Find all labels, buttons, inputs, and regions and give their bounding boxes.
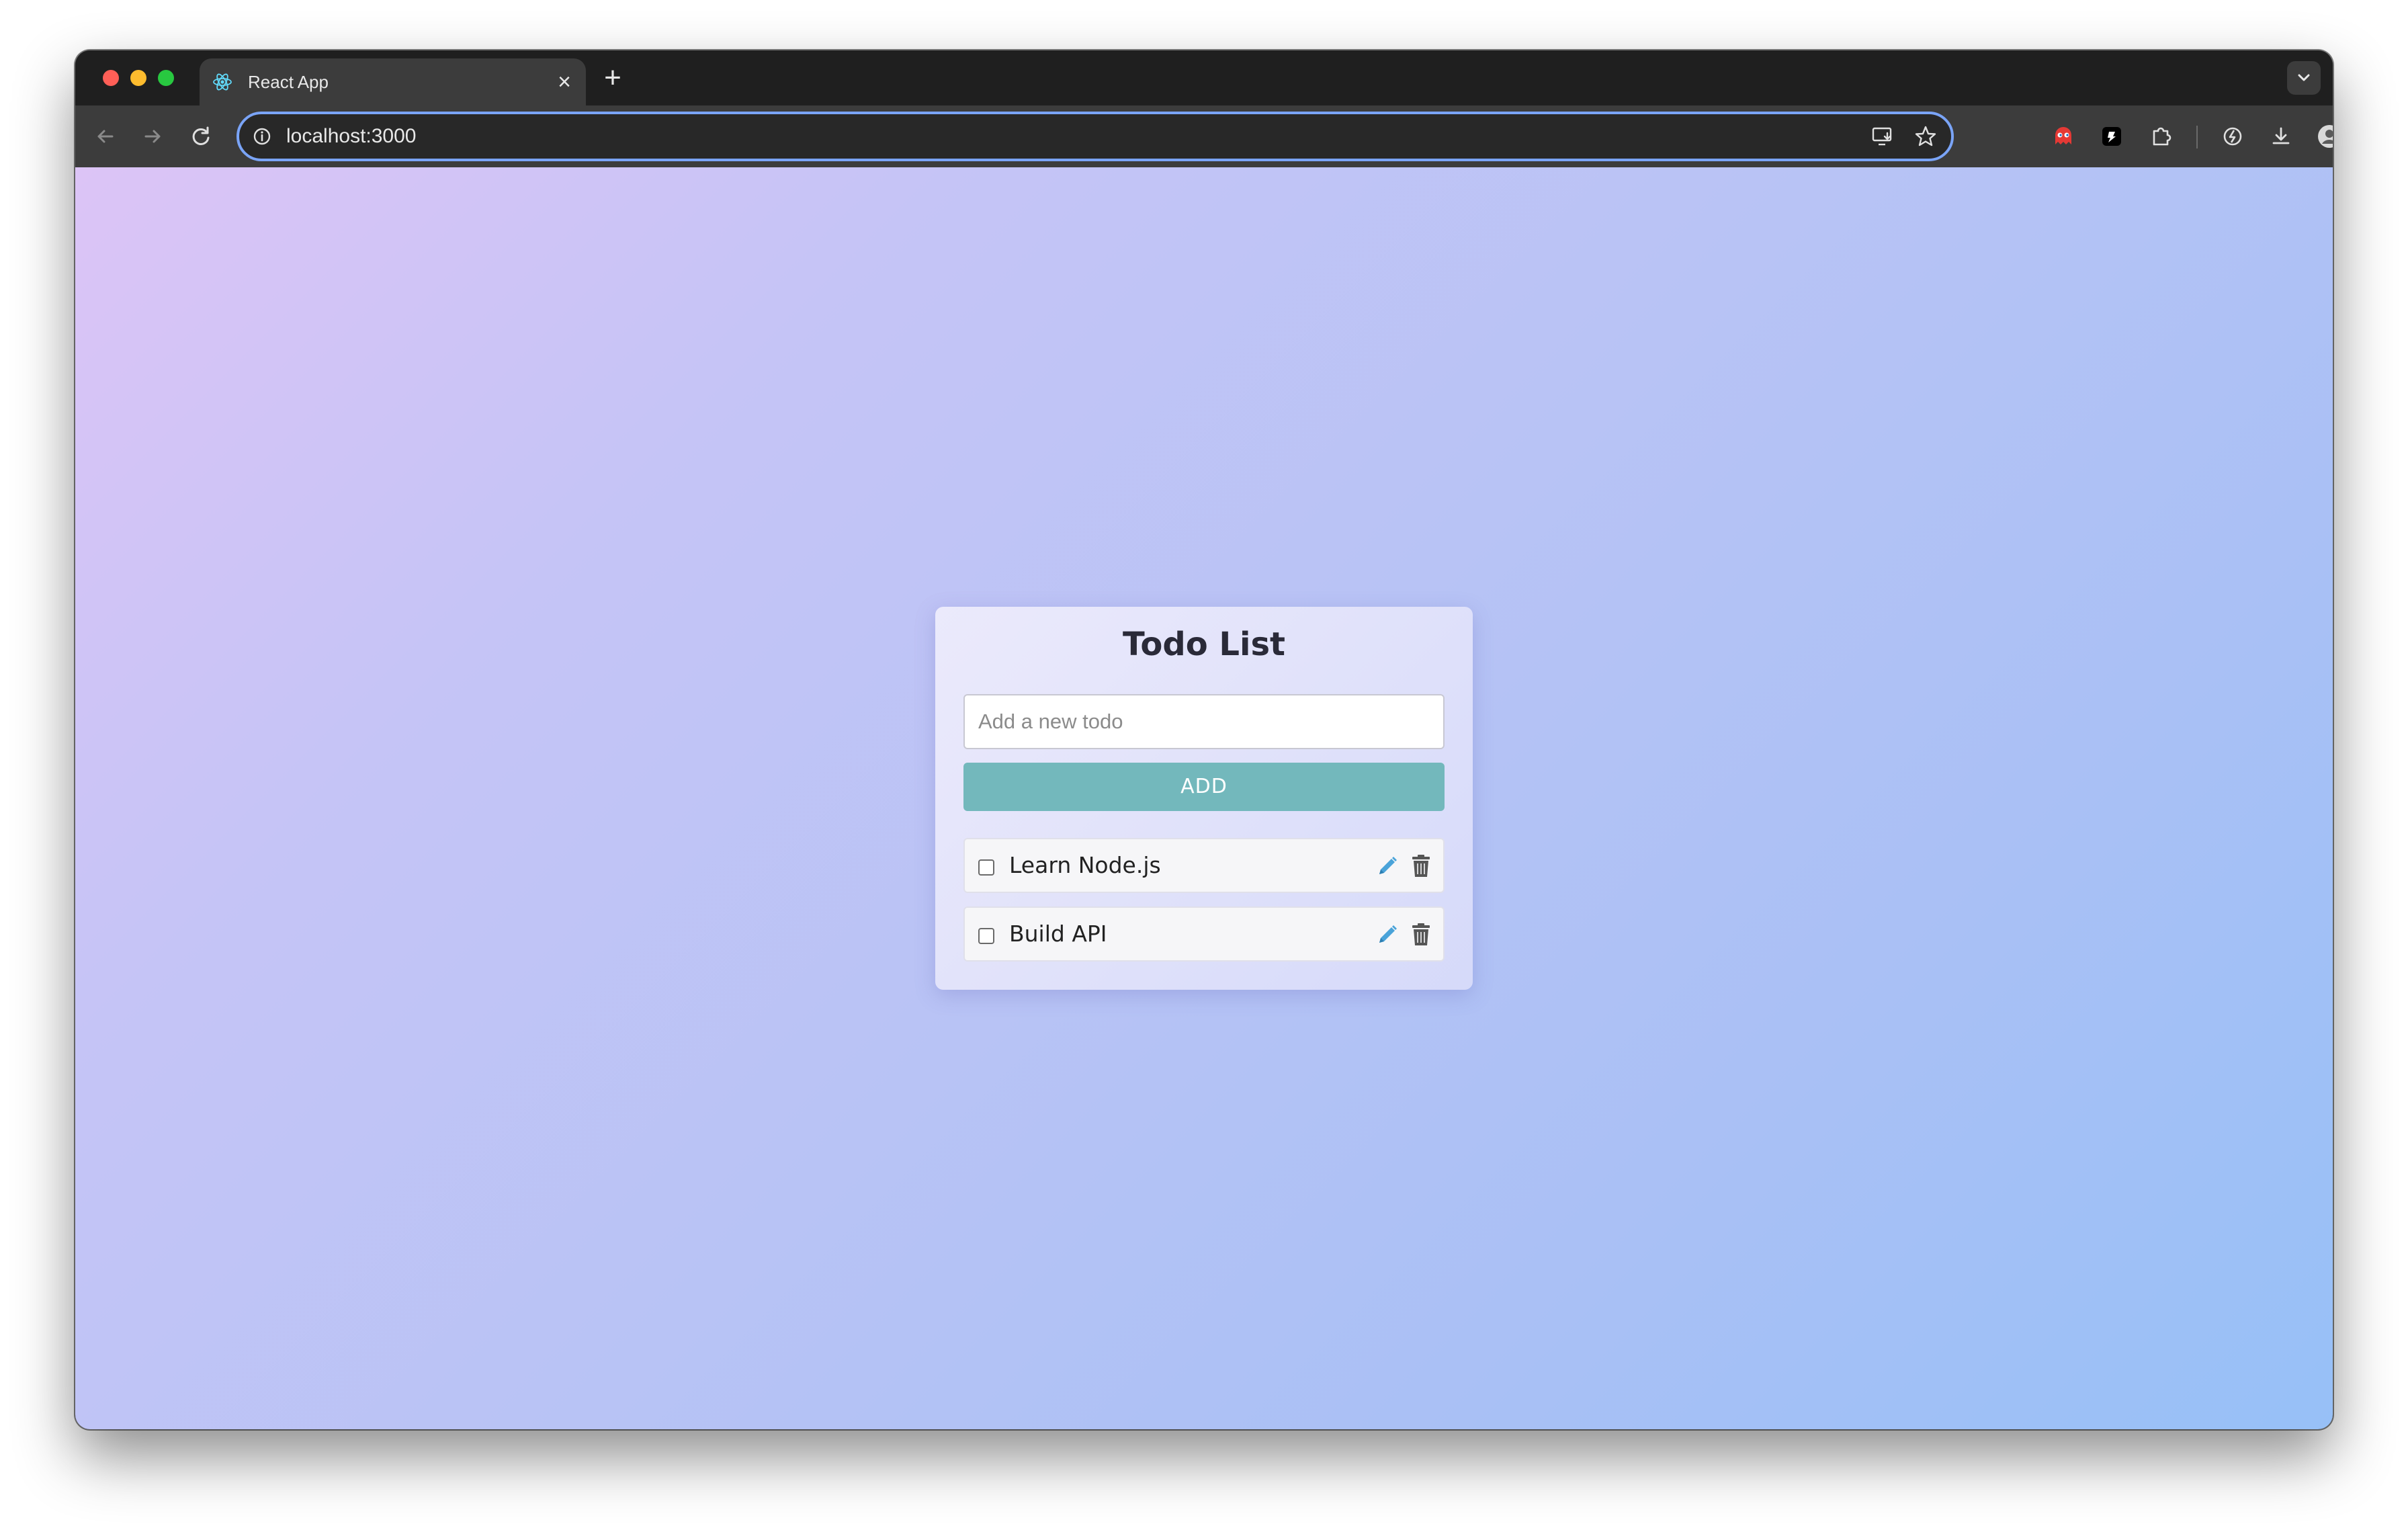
new-todo-input[interactable] [963,694,1445,749]
new-tab-button[interactable]: + [599,63,626,93]
toolbar-divider [2196,126,2198,148]
todo-checkbox[interactable] [978,928,994,944]
todo-item: Learn Node.js [963,838,1445,893]
chevron-down-icon [2298,74,2310,81]
tab-search-button[interactable] [2287,61,2321,95]
downloads-icon[interactable] [2265,120,2297,153]
trash-icon[interactable] [1408,921,1434,948]
browser-window: React App × + localhost:3000 Todo List A… [75,50,2333,1429]
trash-icon[interactable] [1408,853,1434,880]
url-text[interactable]: localhost:3000 [286,114,416,159]
close-window-button[interactable] [103,70,119,86]
page-viewport: Todo List ADD Learn Node.js [75,167,2333,1429]
todo-text: Learn Node.js [1009,852,1161,878]
site-info-icon[interactable] [251,126,273,147]
forward-arrow-icon[interactable] [136,120,169,153]
extensions-puzzle-icon[interactable] [2145,120,2177,153]
reload-icon[interactable] [184,120,218,153]
install-app-icon[interactable] [1870,124,1895,148]
address-bar[interactable]: localhost:3000 [236,112,1954,161]
todo-checkbox[interactable] [978,859,994,876]
tab-close-icon[interactable]: × [552,70,576,94]
tab-bar: React App × + [75,50,2333,105]
ghost-extension-icon[interactable] [2047,120,2079,153]
bookmark-star-icon[interactable] [1914,124,1938,148]
pencil-icon[interactable] [1375,853,1400,879]
add-todo-button[interactable]: ADD [963,763,1445,811]
todo-card: Todo List ADD Learn Node.js [935,607,1473,990]
todo-item: Build API [963,906,1445,962]
tab-title: React App [248,72,329,92]
dark-extension-icon[interactable] [2096,120,2128,153]
performance-icon[interactable] [2217,120,2249,153]
profile-avatar-icon[interactable] [2313,120,2333,153]
minimize-window-button[interactable] [130,70,146,86]
pencil-icon[interactable] [1375,922,1400,947]
page-title: Todo List [1123,626,1285,663]
browser-toolbar: localhost:3000 [75,105,2333,167]
todo-text: Build API [1009,921,1107,947]
back-arrow-icon[interactable] [89,120,122,153]
maximize-window-button[interactable] [158,70,174,86]
tab-react-app[interactable]: React App × [200,58,586,105]
react-logo-icon [213,73,232,91]
